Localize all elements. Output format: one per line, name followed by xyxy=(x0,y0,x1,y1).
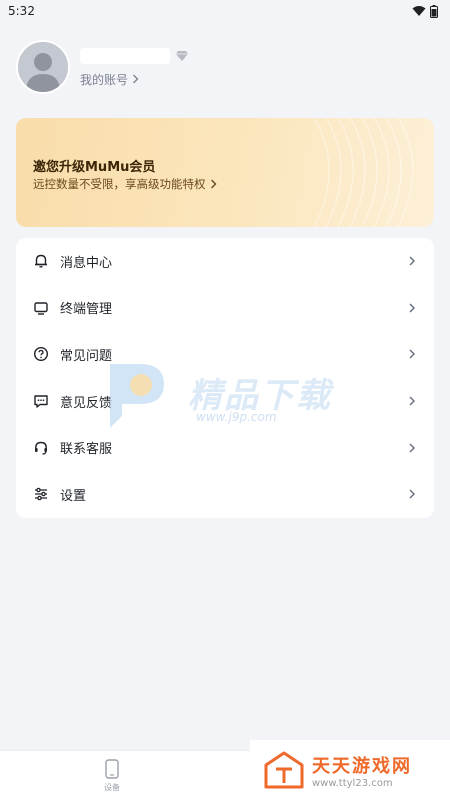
headset-icon xyxy=(32,439,50,457)
corner-badge-title: 天天游戏网 xyxy=(312,755,412,777)
avatar[interactable] xyxy=(16,40,70,94)
phone-icon xyxy=(105,759,119,779)
monitor-icon xyxy=(32,299,50,317)
username-redacted xyxy=(80,47,170,64)
menu-item-message-center[interactable]: 消息中心 xyxy=(16,238,434,285)
chevron-right-icon xyxy=(409,396,416,406)
nav-tab-device[interactable]: 设备 xyxy=(94,759,130,793)
menu-item-label: 常见问题 xyxy=(60,348,113,364)
status-bar: 5:32 xyxy=(0,0,450,22)
chevron-right-icon xyxy=(409,256,416,266)
menu-item-label: 联系客服 xyxy=(60,442,113,458)
profile-header[interactable]: 我的账号 xyxy=(16,40,188,94)
menu-item-feedback[interactable]: 意见反馈 xyxy=(16,378,434,425)
menu-list: 消息中心 终端管理 常见问题 意见反馈 联系客服 设置 xyxy=(16,238,434,518)
menu-item-customer-service[interactable]: 联系客服 xyxy=(16,424,434,471)
bell-icon xyxy=(32,252,50,270)
chevron-right-icon xyxy=(409,489,416,499)
menu-item-faq[interactable]: 常见问题 xyxy=(16,331,434,378)
wifi-icon xyxy=(412,6,426,16)
chevron-right-icon xyxy=(210,179,216,189)
house-logo-icon xyxy=(264,751,304,789)
vip-banner-subtitle: 远控数量不受限，享高级功能特权 xyxy=(33,177,206,191)
nav-tab-label: 设备 xyxy=(104,783,120,792)
diamond-icon xyxy=(176,50,188,61)
battery-icon xyxy=(430,4,438,18)
username-row xyxy=(80,47,188,65)
menu-item-device-management[interactable]: 终端管理 xyxy=(16,285,434,332)
my-account-link[interactable]: 我的账号 xyxy=(80,71,188,88)
sliders-icon xyxy=(32,485,50,503)
corner-badge-url: www.ttyl23.com xyxy=(312,777,393,789)
default-avatar-icon xyxy=(18,42,68,92)
question-circle-icon xyxy=(32,345,50,363)
menu-item-settings[interactable]: 设置 xyxy=(16,471,434,518)
vip-banner-title: 邀您升级MuMu会员 xyxy=(33,160,156,175)
status-time: 5:32 xyxy=(8,4,35,18)
menu-item-label: 终端管理 xyxy=(60,302,113,318)
chevron-right-icon xyxy=(133,74,139,84)
chevron-right-icon xyxy=(409,303,416,313)
banner-decoration xyxy=(313,118,414,227)
my-account-label: 我的账号 xyxy=(80,72,129,87)
chevron-right-icon xyxy=(409,349,416,360)
menu-item-label: 设置 xyxy=(60,488,87,504)
corner-watermark-badge: 天天游戏网 www.ttyl23.com xyxy=(250,740,450,800)
status-icons xyxy=(412,4,438,18)
chevron-right-icon xyxy=(409,443,416,453)
chat-bubble-icon xyxy=(32,392,50,410)
menu-item-label: 消息中心 xyxy=(60,255,113,271)
vip-banner-subtitle-row: 远控数量不受限，享高级功能特权 xyxy=(33,176,217,192)
menu-item-label: 意见反馈 xyxy=(60,395,113,411)
vip-upgrade-banner[interactable]: 邀您升级MuMu会员 远控数量不受限，享高级功能特权 xyxy=(16,118,434,227)
